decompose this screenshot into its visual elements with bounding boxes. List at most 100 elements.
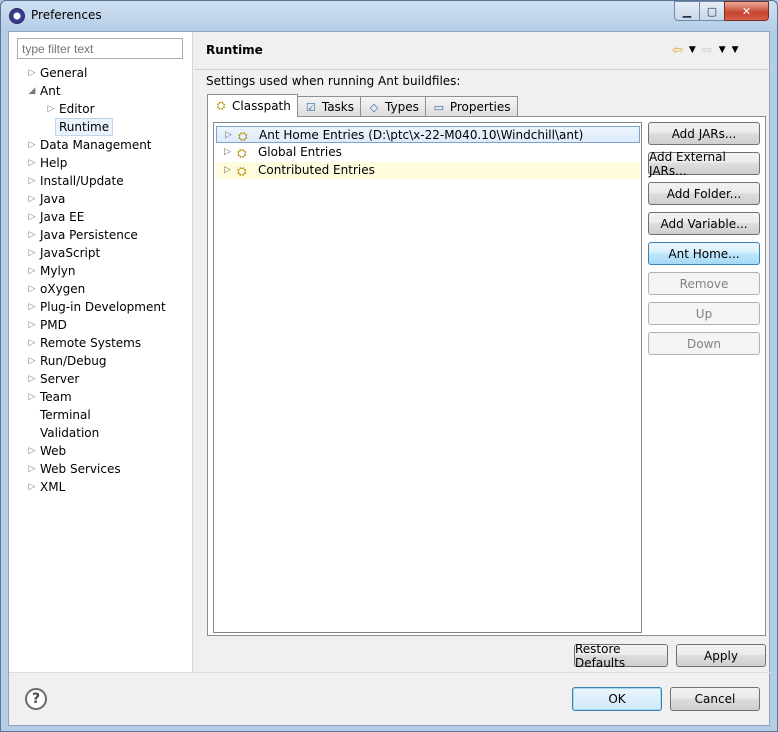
up-button: Up [648, 302, 760, 325]
tree-item-xml[interactable]: ▷ XML [9, 478, 193, 496]
ant-home-button[interactable]: Ant Home... [648, 242, 760, 265]
add-variable-button[interactable]: Add Variable... [648, 212, 760, 235]
tab-properties[interactable]: ▭ Properties [424, 96, 518, 117]
collapsed-arrow-icon[interactable]: ▷ [27, 460, 37, 478]
tasks-icon: ☑ [305, 100, 316, 114]
back-menu-icon[interactable]: ▼ [689, 45, 696, 55]
close-button[interactable]: ✕ [724, 1, 769, 21]
tree-item-label: Runtime [55, 118, 114, 136]
down-button: Down [648, 332, 760, 355]
tree-item-data-management[interactable]: ▷ Data Management [9, 136, 193, 154]
collapsed-arrow-icon[interactable]: ▷ [27, 244, 37, 262]
tree-item-label: Java [40, 192, 66, 206]
collapsed-arrow-icon[interactable]: ▷ [27, 478, 37, 496]
apply-button[interactable]: Apply [676, 644, 766, 667]
collapsed-arrow-icon[interactable]: ▷ [27, 208, 37, 226]
tree-item-javascript[interactable]: ▷ JavaScript [9, 244, 193, 262]
help-icon[interactable]: ? [25, 688, 47, 710]
collapsed-arrow-icon[interactable]: ▷ [27, 334, 37, 352]
collapsed-arrow-icon[interactable]: ▷ [27, 154, 37, 172]
title-bar[interactable]: Preferences ▁ ▢ ✕ [1, 1, 777, 31]
ok-button[interactable]: OK [572, 687, 662, 711]
collapsed-arrow-icon[interactable]: ▷ [224, 144, 231, 160]
tree-item-label: Remote Systems [40, 336, 142, 350]
tree-item-web-services[interactable]: ▷ Web Services [9, 460, 193, 478]
collapsed-arrow-icon[interactable]: ▷ [27, 316, 37, 334]
tree-item-install-update[interactable]: ▷ Install/Update [9, 172, 193, 190]
collapsed-arrow-icon[interactable]: ▷ [27, 190, 37, 208]
collapsed-arrow-icon[interactable]: ▷ [27, 64, 37, 82]
collapsed-arrow-icon[interactable]: ▷ [224, 162, 231, 178]
tree-item-web[interactable]: ▷ Web [9, 442, 193, 460]
tree-item-mylyn[interactable]: ▷ Mylyn [9, 262, 193, 280]
expanded-arrow-icon[interactable]: ◢ [27, 82, 37, 100]
tree-item-general[interactable]: ▷ General [9, 64, 193, 82]
back-arrow-icon[interactable]: ⇦ [672, 43, 683, 58]
collapsed-arrow-icon[interactable]: ▷ [46, 100, 56, 118]
collapsed-arrow-icon[interactable]: ▷ [27, 136, 37, 154]
maximize-button[interactable]: ▢ [699, 1, 725, 21]
forward-menu-icon[interactable]: ▼ [719, 45, 726, 55]
forward-arrow-icon[interactable]: ⇨ [702, 43, 713, 58]
tree-item-run-debug[interactable]: ▷ Run/Debug [9, 352, 193, 370]
preferences-window: Preferences ▁ ▢ ✕ ▷General◢Ant▷EditorRun… [0, 0, 778, 732]
add-jars-button[interactable]: Add JARs... [648, 122, 760, 145]
tree-item-oxygen[interactable]: ▷ oXygen [9, 280, 193, 298]
tree-item-label: PMD [40, 318, 67, 332]
tree-item-label: General [40, 66, 88, 80]
tree-item-validation[interactable]: Validation [9, 424, 193, 442]
tree-item-team[interactable]: ▷ Team [9, 388, 193, 406]
tree-item-label: XML [40, 480, 66, 494]
collapsed-arrow-icon[interactable]: ▷ [27, 370, 37, 388]
tree-item-remote-systems[interactable]: ▷ Remote Systems [9, 334, 193, 352]
tree-item-java-persistence[interactable]: ▷ Java Persistence [9, 226, 193, 244]
tree-item-pmd[interactable]: ▷ PMD [9, 316, 193, 334]
tree-item-runtime[interactable]: Runtime [9, 118, 193, 136]
minimize-button[interactable]: ▁ [674, 1, 700, 21]
add-folder-button[interactable]: Add Folder... [648, 182, 760, 205]
collapsed-arrow-icon[interactable]: ▷ [27, 388, 37, 406]
footer-separator [9, 672, 771, 673]
preferences-tree: ▷ General ◢ Ant ▷ Editor Runtime ▷ Data Manageme… [9, 64, 193, 496]
collapsed-arrow-icon[interactable]: ▷ [27, 442, 37, 460]
tree-item-ant[interactable]: ◢ Ant [9, 82, 193, 100]
preferences-nav: ▷General◢Ant▷EditorRuntime▷Data Manageme… [9, 32, 193, 672]
classpath-tree[interactable]: ▷ ⛭ Ant Home Entries (D:\ptc\x-22-M040.10\… [213, 122, 642, 633]
tab-classpath[interactable]: ⛭ Classpath [207, 94, 298, 117]
filter-input[interactable] [17, 38, 183, 59]
tree-item-label: Java EE [40, 210, 85, 224]
tree-item-label: Server [40, 372, 80, 386]
collapsed-arrow-icon[interactable]: ▷ [27, 172, 37, 190]
classpath-entry[interactable]: ▷ ⛭ Ant Home Entries (D:\ptc\x-22-M040.10\… [216, 126, 640, 143]
view-menu-icon[interactable]: ▼ [732, 45, 739, 55]
tab-tasks[interactable]: ☑ Tasks [296, 96, 362, 117]
tree-item-label: Mylyn [40, 264, 76, 278]
tree-item-label: Plug-in Development [40, 300, 166, 314]
classpath-entry[interactable]: ▷ ⛭ Contributed Entries [216, 162, 640, 179]
collapsed-arrow-icon[interactable]: ▷ [27, 352, 37, 370]
tree-item-help[interactable]: ▷ Help [9, 154, 193, 172]
add-external-jars-button[interactable]: Add External JARs... [648, 150, 760, 178]
collapsed-arrow-icon[interactable]: ▷ [27, 226, 37, 244]
restore-defaults-button[interactable]: Restore Defaults [574, 642, 668, 670]
collapsed-arrow-icon[interactable]: ▷ [27, 280, 37, 298]
tree-item-label: Editor [59, 102, 95, 116]
collapsed-arrow-icon[interactable]: ▷ [225, 127, 232, 143]
cancel-button[interactable]: Cancel [670, 687, 760, 711]
tree-item-java[interactable]: ▷ Java [9, 190, 193, 208]
collapsed-arrow-icon[interactable]: ▷ [27, 262, 37, 280]
classpath-entry-label: Contributed Entries [258, 163, 375, 177]
classpath-entry-label: Global Entries [258, 145, 342, 159]
tree-item-java-ee[interactable]: ▷ Java EE [9, 208, 193, 226]
tree-item-editor[interactable]: ▷ Editor [9, 100, 193, 118]
tab-types[interactable]: ◇ Types [360, 96, 426, 117]
window-title: Preferences [31, 8, 102, 22]
tree-item-terminal[interactable]: Terminal [9, 406, 193, 424]
collapsed-arrow-icon[interactable]: ▷ [27, 298, 37, 316]
tree-item-server[interactable]: ▷ Server [9, 370, 193, 388]
tree-item-label: Web Services [40, 462, 121, 476]
minimize-icon: ▁ [682, 4, 692, 18]
tab-label: Tasks [321, 100, 355, 114]
classpath-entry[interactable]: ▷ ⛭ Global Entries [216, 144, 640, 161]
tree-item-plug-in-development[interactable]: ▷ Plug-in Development [9, 298, 193, 316]
